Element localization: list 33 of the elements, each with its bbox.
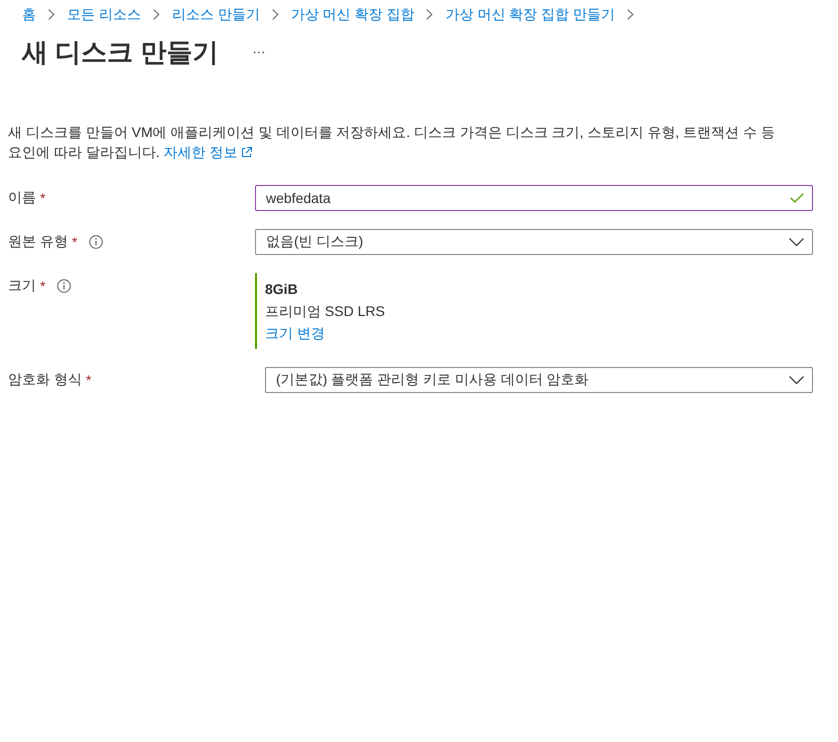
text-input[interactable]: webfedata (255, 185, 813, 211)
required-mark: * (86, 372, 92, 388)
field-label: 이름 (8, 189, 36, 207)
required-mark: * (40, 278, 46, 294)
field-label: 크기 (8, 277, 36, 295)
page-title: 새 디스크 만들기 (22, 36, 218, 69)
chevron-right-icon (152, 8, 160, 20)
breadcrumb-link[interactable]: 모든 리소스 (67, 4, 141, 24)
learn-more-link[interactable]: 자세한 정보 (164, 144, 252, 160)
info-icon[interactable] (57, 279, 72, 293)
chevron-down-icon (789, 238, 804, 246)
chevron-right-icon (627, 8, 634, 20)
chevron-right-icon (272, 8, 279, 20)
disk-tier-text: 프리미엄 SSD LRS (265, 302, 385, 321)
breadcrumb-link[interactable]: 가상 머신 확장 집합 만들기 (445, 4, 616, 24)
chevron-right-icon (48, 8, 55, 20)
required-mark: * (40, 190, 46, 206)
description-text: 새 디스크를 만들어 VM에 애플리케이션 및 데이터를 저장하세요. 디스크 가격은 디스크 크기, 스토리지 유형, 트랜잭션 수 등 요인에 따라 달라집니다. 자세한 정보 (7, 123, 776, 162)
breadcrumb-link[interactable]: 가상 머신 확장 집합 (290, 4, 414, 24)
more-button[interactable]: ··· (250, 44, 268, 60)
field-label: 원본 유형 (8, 233, 68, 251)
field-label: 암호화 형식 (8, 371, 82, 389)
breadcrumb-link[interactable]: 홈 (22, 4, 36, 24)
change-size-link[interactable]: 크기 변경 (265, 322, 325, 344)
disk-size-text: 8GiB (265, 280, 298, 299)
dropdown-select[interactable]: 없음(빈 디스크) (255, 229, 813, 255)
chevron-right-icon (426, 8, 434, 20)
breadcrumb-link[interactable]: 리소스 만들기 (172, 4, 260, 24)
required-mark: * (72, 234, 78, 250)
chevron-down-icon (789, 376, 804, 384)
info-icon[interactable] (89, 235, 104, 249)
dropdown-select[interactable]: (기본값) 플랫폼 관리형 키로 미사용 데이터 암호화 (265, 367, 813, 393)
external-link-icon (241, 147, 252, 158)
